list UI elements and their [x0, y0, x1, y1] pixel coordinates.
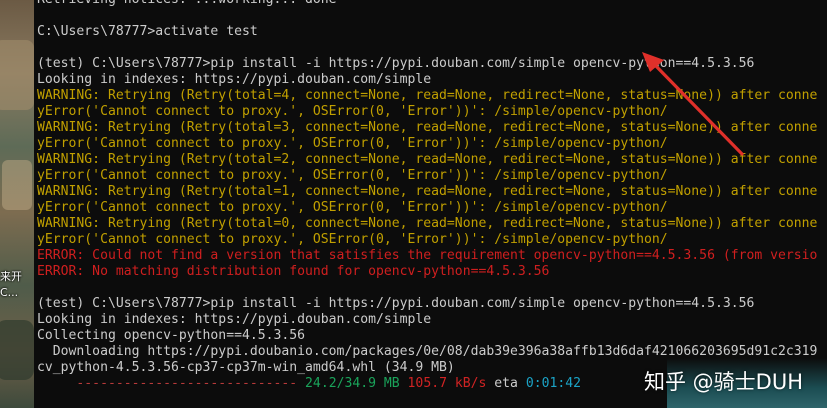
desktop-icon-label[interactable]: C... — [0, 286, 18, 299]
warning-line: yError('Cannot connect to proxy.', OSErr… — [37, 136, 668, 151]
desktop-background: 来开 C... — [0, 0, 34, 408]
terminal-window[interactable]: Retrieving notices: ...working... done C… — [34, 0, 827, 408]
terminal-command-line: (test) C:\Users\78777>pip install -i htt… — [37, 296, 755, 311]
annotation-arrow-icon — [642, 52, 744, 156]
terminal-line: Retrieving notices: ...working... done — [37, 0, 337, 8]
progress-eta-time: 0:01:42 — [525, 376, 582, 391]
error-line: ERROR: No matching distribution found fo… — [37, 264, 550, 279]
error-line: ERROR: Could not find a version that sat… — [37, 248, 818, 263]
warning-line: yError('Cannot connect to proxy.', OSErr… — [37, 104, 668, 119]
progress-rate: 105.7 kB/s — [407, 376, 487, 391]
warning-line: WARNING: Retrying (Retry(total=0, connec… — [37, 216, 818, 231]
warning-line: yError('Cannot connect to proxy.', OSErr… — [37, 200, 668, 215]
warning-line: yError('Cannot connect to proxy.', OSErr… — [37, 232, 668, 247]
zhihu-watermark: 知乎 @骑士DUH — [643, 370, 803, 394]
terminal-line: Looking in indexes: https://pypi.douban.… — [37, 312, 432, 327]
progress-eta-label: eta — [494, 376, 518, 391]
progress-bar: ---------------------------- — [37, 376, 298, 391]
warning-line: yError('Cannot connect to proxy.', OSErr… — [37, 168, 668, 183]
desktop-wallpaper-rock — [0, 40, 34, 110]
terminal-line: cv_python-4.5.3.56-cp37-cp37m-win_amd64.… — [37, 360, 455, 375]
desktop-wallpaper-rock — [2, 160, 32, 210]
download-progress-row: ---------------------------- 24.2/34.9 M… — [37, 376, 581, 392]
desktop-wallpaper-rock — [0, 320, 34, 380]
terminal-line: Looking in indexes: https://pypi.douban.… — [37, 72, 432, 87]
warning-line: WARNING: Retrying (Retry(total=1, connec… — [37, 184, 818, 199]
terminal-line: Downloading https://pypi.doubanio.com/pa… — [37, 344, 818, 359]
progress-size: 24.2/34.9 MB — [305, 376, 400, 391]
terminal-line: C:\Users\78777>activate test — [37, 24, 258, 39]
desktop-icon-label[interactable]: 来开 — [0, 268, 22, 284]
terminal-line: Collecting opencv-python==4.5.3.56 — [37, 328, 306, 343]
